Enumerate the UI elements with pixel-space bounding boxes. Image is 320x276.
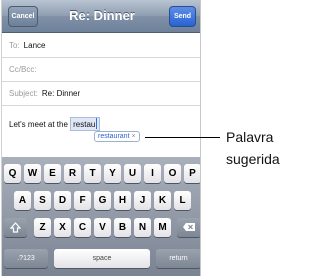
callout-line: [145, 137, 220, 138]
body-text-before: Let's meet at the: [9, 120, 68, 129]
key-p[interactable]: P: [184, 164, 200, 183]
key-n[interactable]: N: [134, 218, 151, 237]
shift-arrow-icon: [10, 221, 21, 233]
key-a[interactable]: A: [14, 191, 31, 210]
key-c[interactable]: C: [74, 218, 91, 237]
key-k[interactable]: K: [154, 191, 171, 210]
key-o[interactable]: O: [164, 164, 181, 183]
dismiss-suggestion-icon[interactable]: ×: [132, 133, 136, 140]
numbers-key[interactable]: .?123: [4, 249, 48, 268]
key-x[interactable]: X: [54, 218, 71, 237]
cancel-button[interactable]: Cancel: [8, 6, 38, 27]
key-l[interactable]: L: [174, 191, 191, 210]
callout-line-1: Palavra: [226, 129, 274, 145]
key-j[interactable]: J: [134, 191, 151, 210]
cc-bcc-label: Cc/Bcc:: [9, 65, 37, 74]
key-d[interactable]: D: [54, 191, 71, 210]
key-e[interactable]: E: [44, 164, 61, 183]
space-key[interactable]: space: [54, 249, 150, 268]
delete-key[interactable]: [177, 218, 200, 237]
backspace-icon: [183, 223, 195, 232]
typed-word-text: restau: [73, 120, 96, 129]
send-button[interactable]: Send: [169, 6, 196, 27]
navigation-bar: Cancel Re: Dinner Send: [2, 0, 200, 33]
to-recipient[interactable]: Lance: [24, 41, 46, 50]
key-r[interactable]: R: [64, 164, 81, 183]
iphone-mail-compose: Cancel Re: Dinner Send To: Lance Cc/Bcc: …: [1, 0, 201, 276]
key-y[interactable]: Y: [104, 164, 121, 183]
callout-label: Palavra sugerida: [226, 126, 280, 170]
message-body[interactable]: Let's meet at the restau: [9, 117, 101, 131]
key-v[interactable]: V: [94, 218, 111, 237]
key-q[interactable]: Q: [4, 164, 21, 183]
key-i[interactable]: I: [144, 164, 161, 183]
keyboard: Q W E R T Y U I O P A S D F G H J K L Z …: [2, 157, 200, 276]
callout-line-2: sugerida: [226, 151, 280, 167]
key-g[interactable]: G: [94, 191, 111, 210]
key-b[interactable]: B: [114, 218, 131, 237]
subject-label: Subject:: [9, 89, 38, 98]
to-label: To:: [9, 41, 20, 50]
key-z[interactable]: Z: [34, 218, 51, 237]
subject-value[interactable]: Re: Dinner: [42, 89, 80, 98]
subject-field[interactable]: Subject: Re: Dinner: [2, 82, 200, 106]
text-cursor: [96, 118, 98, 129]
typed-word: restau: [70, 117, 101, 131]
message-title: Re: Dinner: [69, 8, 135, 23]
key-s[interactable]: S: [34, 191, 51, 210]
cc-bcc-field[interactable]: Cc/Bcc:: [2, 58, 200, 82]
key-f[interactable]: F: [74, 191, 91, 210]
key-h[interactable]: H: [114, 191, 131, 210]
to-field[interactable]: To: Lance: [2, 34, 200, 58]
key-w[interactable]: W: [24, 164, 41, 183]
return-key[interactable]: return: [156, 249, 200, 268]
shift-key[interactable]: [4, 218, 27, 237]
autocorrect-suggestion[interactable]: restaurant ×: [94, 131, 140, 142]
key-t[interactable]: T: [84, 164, 101, 183]
key-m[interactable]: M: [154, 218, 171, 237]
suggestion-word: restaurant: [98, 133, 130, 140]
key-u[interactable]: U: [124, 164, 141, 183]
